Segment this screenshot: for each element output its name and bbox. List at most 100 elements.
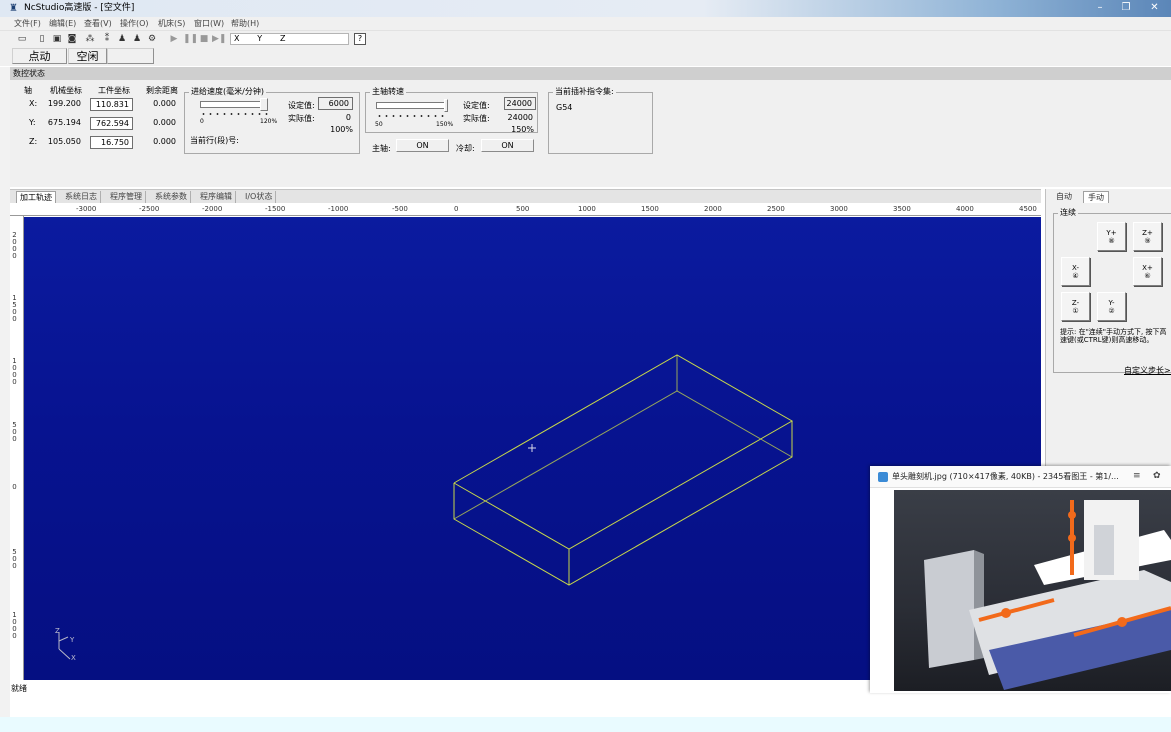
coolant-on-button[interactable]: ON <box>481 139 534 152</box>
menu-machine[interactable]: 机床(S) <box>158 18 185 29</box>
monitor-icon[interactable]: ◙ <box>66 33 78 45</box>
box-hidden-edge <box>453 390 793 520</box>
single-step-icon[interactable]: ▶❚ <box>212 33 226 45</box>
tab-auto[interactable]: 自动 <box>1052 191 1076 203</box>
close-button[interactable]: ✕ <box>1138 0 1171 16</box>
x-tick: -2000 <box>202 205 223 213</box>
workpiece-box <box>453 354 794 586</box>
menu-operation[interactable]: 操作(O) <box>120 18 149 29</box>
page-icon[interactable]: ▯ <box>36 33 48 45</box>
axis-gizmo-icon <box>58 632 71 660</box>
mode-row: 点动 空闲 <box>0 47 1171 66</box>
horizontal-ruler: -3000 -2500 -2000 -1500 -1000 -500 0 500… <box>10 203 1041 216</box>
viewer-skin-icon[interactable]: ✿ <box>1153 471 1161 481</box>
feed-ticks <box>200 113 268 115</box>
spindle-on-label: 主轴: <box>372 144 391 153</box>
y-tick: 1000 <box>12 357 17 386</box>
col-remaining: 剩余距离 <box>146 86 178 95</box>
trace-icon[interactable]: ⁂ <box>84 33 96 45</box>
y-tick: 500 <box>12 548 17 570</box>
spindle-speed-group: 主轴转速 50 150% 设定值: 24000 实际值: 24000 150% <box>365 87 538 134</box>
feed-rate-slider[interactable] <box>200 101 260 108</box>
app-icon: ♜ <box>9 3 18 14</box>
x-minus-button[interactable]: X- ④ <box>1061 257 1090 286</box>
y-tick: 2000 <box>12 231 17 260</box>
menu-help[interactable]: 帮助(H) <box>231 18 259 29</box>
status-header: 数控状态 <box>10 67 1171 80</box>
menu-file[interactable]: 文件(F) <box>14 18 41 29</box>
play-icon[interactable]: ▶ <box>168 33 180 45</box>
x-plus-button[interactable]: X+ ⑥ <box>1133 257 1162 286</box>
window-icon[interactable]: ▣ <box>51 33 63 45</box>
viewer-menu-icon[interactable]: ≡ <box>1133 471 1141 481</box>
spindle-slider-thumb[interactable] <box>444 99 448 112</box>
settings-icon[interactable]: ⚙ <box>146 33 158 45</box>
gcode-title: 当前插补指令集: <box>553 87 616 97</box>
tab-bar: 加工轨迹 系统日志 程序管理 系统参数 程序编辑 I/O状态 <box>10 189 1041 204</box>
col-work: 工件坐标 <box>98 86 130 95</box>
help-button[interactable]: ? <box>354 33 366 45</box>
feed-actual-value: 0 <box>345 113 351 122</box>
crosshair-icon <box>528 444 536 452</box>
image-viewer-popup[interactable]: 单头雕刻机.jpg (710×417像素, 40KB) - 2345看图王 - … <box>870 466 1171 693</box>
gcode-value: G54 <box>556 103 573 112</box>
stop-icon[interactable]: ■ <box>198 33 210 45</box>
coolant-label: 冷却: <box>456 144 475 153</box>
feed-max: 120% <box>260 118 278 125</box>
step-icon[interactable]: ⁑ <box>101 33 113 45</box>
y-tick: 0 <box>12 483 17 491</box>
work-z: 16.750 <box>90 136 133 149</box>
x-tick: 3500 <box>893 205 911 213</box>
machine-z: 105.050 <box>47 137 81 146</box>
x-tick: 2000 <box>704 205 722 213</box>
axis-y-label: Y: <box>29 118 36 127</box>
y-plus-button[interactable]: Y+ ⑧ <box>1097 222 1126 251</box>
z-plus-button[interactable]: Z+ ⑨ <box>1133 222 1162 251</box>
maximize-button[interactable]: ❐ <box>1112 0 1140 16</box>
y-minus-button[interactable]: Y- ② <box>1097 292 1126 321</box>
machine-y: 675.194 <box>47 118 81 127</box>
x-tick: 0 <box>454 205 459 213</box>
minimize-button[interactable]: – <box>1086 0 1114 16</box>
menu-view[interactable]: 查看(V) <box>84 18 112 29</box>
bottom-band <box>0 717 1171 732</box>
spindle-set-label: 设定值: <box>463 101 490 110</box>
title-bar: ♜ NcStudio高速版 - [空文件] – ❐ ✕ <box>0 0 1171 17</box>
current-line-label: 当前行(段)号: <box>190 136 239 145</box>
tab-manual[interactable]: 手动 <box>1083 191 1109 203</box>
status-panel: 轴 机械坐标 工件坐标 剩余距离 X: 199.200 110.831 0.00… <box>10 80 1171 187</box>
spindle-on-button[interactable]: ON <box>396 139 449 152</box>
menu-window[interactable]: 窗口(W) <box>194 18 224 29</box>
axis-y-marker: Y <box>70 636 75 644</box>
cnc-illustration <box>924 500 1171 690</box>
box-front-edge <box>453 421 793 586</box>
spindle-slider[interactable] <box>376 102 446 109</box>
viewer-title: 单头雕刻机.jpg (710×417像素, 40KB) - 2345看图王 - … <box>892 472 1119 481</box>
window-title: NcStudio高速版 - [空文件] <box>24 3 135 13</box>
x-tick: -2500 <box>139 205 160 213</box>
spindle-set-value[interactable]: 24000 <box>504 97 536 110</box>
x-tick: -3000 <box>76 205 97 213</box>
spindle-percent: 150% <box>511 125 534 134</box>
open-file-icon[interactable]: ▭ <box>16 33 28 45</box>
user-icon[interactable]: ♟ <box>116 33 128 45</box>
menu-edit[interactable]: 编辑(E) <box>49 18 76 29</box>
axis-selector[interactable]: X Y Z <box>230 33 349 45</box>
feed-actual-label: 实际值: <box>288 114 315 123</box>
work-x: 110.831 <box>90 98 133 111</box>
pause-icon[interactable]: ❚❚ <box>183 33 198 45</box>
tool-icon[interactable]: ♟ <box>131 33 143 45</box>
axis-x-label: X: <box>29 99 38 108</box>
spindle-max: 150% <box>436 121 454 128</box>
feed-slider-thumb[interactable] <box>260 98 268 111</box>
menu-bar: 文件(F) 编辑(E) 查看(V) 操作(O) 机床(S) 窗口(W) 帮助(H… <box>0 17 1171 30</box>
jog-mode-button[interactable]: 点动 <box>12 48 67 64</box>
toolbar: ▭ ▯ ▣ ◙ ⁂ ⁑ ♟ ♟ ⚙ ▶ ❚❚ ■ ▶❚ X Y Z ? <box>0 30 1171 47</box>
box-top-edge <box>453 354 794 550</box>
custom-step-link[interactable]: 自定义步长>> <box>1124 366 1171 376</box>
machine-x: 199.200 <box>47 99 81 108</box>
y-tick: 1000 <box>12 611 17 640</box>
x-tick: -1000 <box>328 205 349 213</box>
feed-set-value[interactable]: 6000 <box>318 97 353 110</box>
z-minus-button[interactable]: Z- ① <box>1061 292 1090 321</box>
